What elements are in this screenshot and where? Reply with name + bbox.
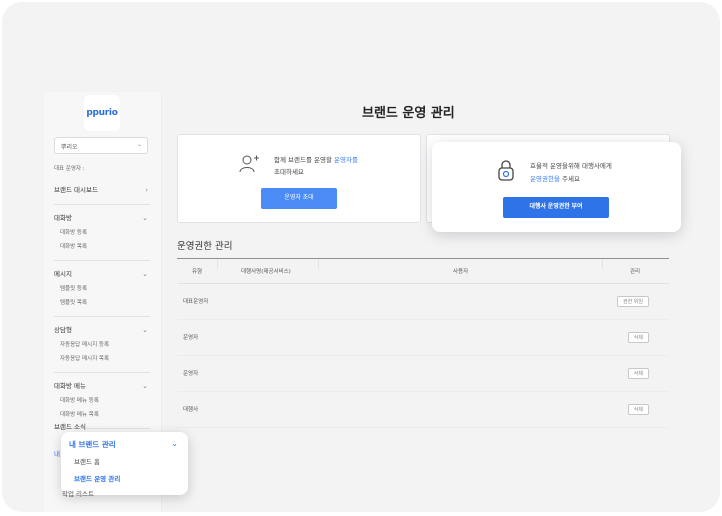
table-row: 운영자 삭제 (177, 320, 669, 356)
row-type: 운영자 (183, 335, 199, 341)
sidebar-item-my-brand-peek: 내 (54, 450, 60, 458)
menu-item-brand-operation[interactable]: 브랜드 운영 관리 (74, 473, 120, 483)
grant-text: 효율적 운영을위해 대행사에게 (530, 162, 612, 170)
column-header-agency: 대행사명(제공서비스) (241, 269, 291, 275)
column-header-type: 유형 (192, 269, 203, 275)
grant-permission-card: 효율적 운영을위해 대행사에게 운영권한을 주세요 대행사 운영권한 부여 (432, 142, 681, 232)
my-brand-menu-popup: 내 브랜드 관리 ⌄ 브랜드 홈 브랜드 운영 관리 (61, 432, 188, 495)
sidebar-subitem-chatroom-register[interactable]: 대화방 등록 (54, 226, 150, 240)
column-header-manage: 관리 (630, 269, 641, 275)
delete-button[interactable]: 삭제 (627, 404, 649, 415)
popup-title[interactable]: 내 브랜드 관리 (69, 439, 116, 450)
grant-accent-text: 운영권한을 (530, 175, 560, 183)
sidebar-subitem-menu-register[interactable]: 대화방 메뉴 등록 (54, 394, 150, 408)
menu-item-brand-home[interactable]: 브랜드 홈 (74, 456, 100, 466)
sidebar-subitem-autoreply-list[interactable]: 자동응답 메시지 목록 (54, 352, 150, 366)
app-frame: ppurio 뿌리오 ⌄ 대표 운영자 : 브랜드 대시보드 › 대화방 ⌄ 대… (2, 2, 720, 512)
page-title: 브랜드 운영 관리 (362, 106, 455, 121)
divider (217, 259, 218, 269)
sidebar-item-label: 브랜드 대시보드 (54, 186, 98, 194)
logo-text: ppurio (86, 108, 118, 118)
sidebar-subitem-chatroom-list[interactable]: 대화방 목록 (54, 240, 150, 254)
sidebar-item-label: 대화방 메뉴 (54, 382, 86, 390)
grant-text-suffix: 주세요 (561, 175, 580, 183)
divider (318, 259, 319, 269)
divider (602, 259, 603, 269)
chevron-down-icon: ⌄ (142, 214, 148, 222)
invite-operator-button[interactable]: 운영자 초대 (261, 188, 337, 209)
permission-table: 유형 대행사명(제공서비스) 사용자 관리 대표운영자 권한 위임 운영자 삭제… (177, 258, 669, 428)
chevron-down-icon: ⌄ (142, 270, 148, 278)
chevron-down-icon: ⌄ (142, 382, 148, 390)
grant-message: 효율적 운영을위해 대행사에게 운영권한을 주세요 (530, 160, 612, 186)
add-user-icon (239, 155, 259, 173)
lock-icon (498, 160, 514, 181)
invite-accent-text: 운영자를 (334, 156, 358, 164)
divider (54, 372, 150, 373)
invite-text-line2: 초대하세요 (274, 168, 304, 176)
chevron-down-icon: ⌄ (136, 141, 142, 148)
divider (54, 204, 150, 205)
column-header-user: 사용자 (453, 269, 469, 275)
invite-card: 함께 브랜드를 운영할 운영자를 초대하세요 운영자 초대 (177, 134, 421, 223)
row-type: 대표운영자 (183, 299, 209, 305)
logo[interactable]: ppurio (84, 95, 120, 131)
sidebar-item-dashboard[interactable]: 브랜드 대시보드 › (54, 182, 150, 198)
row-type: 대행사 (183, 407, 199, 413)
brand-select-value: 뿌리오 (61, 144, 78, 151)
table-header: 유형 대행사명(제공서비스) 사용자 관리 (177, 258, 669, 284)
sidebar-item-task-list[interactable]: 작업 리스트 (62, 488, 94, 498)
table-row: 대표운영자 권한 위임 (177, 284, 669, 320)
table-row: 운영자 삭제 (177, 356, 669, 392)
sidebar-menu: 브랜드 대시보드 › 대화방 ⌄ 대화방 등록 대화방 목록 메시지 ⌄ 템플릿… (54, 182, 150, 434)
table-row: 대행사 삭제 (177, 392, 669, 428)
sidebar-item-label: 상담형 (54, 326, 72, 334)
invite-message: 함께 브랜드를 운영할 운영자를 초대하세요 (274, 154, 358, 178)
chevron-right-icon: › (145, 186, 148, 194)
sidebar-item-consult[interactable]: 상담형 ⌄ (54, 322, 150, 338)
sidebar-item-chatroom-menu[interactable]: 대화방 메뉴 ⌄ (54, 378, 150, 394)
sidebar-item-label: 메시지 (54, 270, 72, 278)
grant-agency-permission-button[interactable]: 대행사 운영권한 부여 (503, 197, 609, 218)
sidebar-item-message[interactable]: 메시지 ⌄ (54, 266, 150, 282)
divider (54, 260, 150, 261)
invite-text: 함께 브랜드를 운영할 (274, 156, 332, 164)
brand-select[interactable]: 뿌리오 ⌄ (54, 137, 148, 154)
sidebar-item-label: 대화방 (54, 214, 72, 222)
sidebar-subitem-autoreply-register[interactable]: 자동응답 메시지 등록 (54, 338, 150, 352)
delete-button[interactable]: 삭제 (627, 368, 649, 379)
sidebar-subitem-template-register[interactable]: 템플릿 등록 (54, 282, 150, 296)
delegate-permission-button[interactable]: 권한 위임 (617, 296, 649, 307)
representative-label: 대표 운영자 : (54, 166, 85, 172)
row-type: 운영자 (183, 371, 199, 377)
sidebar-item-brand-news[interactable]: 브랜드 소식 (54, 421, 86, 431)
sidebar-subitem-menu-list[interactable]: 대화방 메뉴 목록 (54, 408, 150, 422)
sidebar-item-chatroom[interactable]: 대화방 ⌄ (54, 210, 150, 226)
chevron-down-icon[interactable]: ⌄ (171, 439, 178, 448)
sidebar-subitem-template-list[interactable]: 템플릿 목록 (54, 296, 150, 310)
chevron-down-icon: ⌄ (142, 326, 148, 334)
section-title: 운영권한 관리 (177, 241, 233, 252)
divider (54, 316, 150, 317)
delete-button[interactable]: 삭제 (627, 332, 649, 343)
